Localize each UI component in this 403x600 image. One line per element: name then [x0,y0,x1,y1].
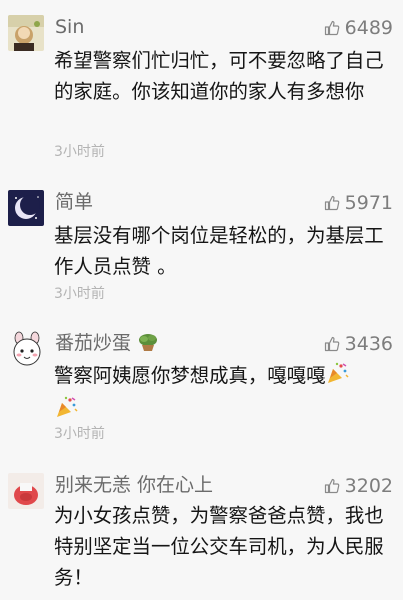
avatar[interactable] [8,15,44,51]
party-popper-icon [325,361,349,394]
comment-text: 为小女孩点赞，为警察爸爸点赞，我也特别坚定当一位公交车司机，为人民服务！ [54,504,384,589]
comment-item: Sin 6489 希望警察们忙归忙，可不要忽略了自己的家庭。你该知道你的家人有多… [0,13,403,163]
comment-author[interactable]: 番茄炒蛋 [55,331,159,358]
comment-author[interactable]: 别来无恙 你在心上 [55,473,213,497]
comment-text: 基层没有哪个岗位是轻松的，为基层工作人员点赞 。 [54,224,384,278]
thumbs-up-icon [324,195,339,211]
comment-item: 番茄炒蛋 3436 警察阿姨愿你梦想成真，嘎嘎嘎 3小时前 [0,328,403,448]
like-button[interactable]: 5971 [324,191,393,215]
thumbs-up-icon [324,20,339,36]
comment-author-name: 番茄炒蛋 [55,332,132,354]
like-button[interactable]: 3436 [324,332,393,356]
like-count: 3202 [344,475,393,497]
like-button[interactable]: 6489 [324,16,393,40]
plant-emoji-icon [137,332,159,358]
comment-author[interactable]: Sin [55,15,84,39]
like-button[interactable]: 3202 [324,474,393,498]
like-count: 3436 [344,333,393,355]
like-count: 6489 [344,17,393,39]
comment-text: 希望警察们忙归忙，可不要忽略了自己的家庭。你该知道你的家人有多想你 [54,49,384,103]
comment-item: 别来无恙 你在心上 3202 为小女孩点赞，为警察爸爸点赞，我也特别坚定当一位公… [0,470,403,600]
avatar[interactable] [8,190,44,226]
thumbs-up-icon [324,478,339,494]
party-popper-icon [54,395,78,428]
comment-text: 警察阿姨愿你梦想成真，嘎嘎嘎 [54,360,396,428]
avatar[interactable] [8,330,46,368]
comment-text-content: 警察阿姨愿你梦想成真，嘎嘎嘎 [54,364,326,387]
comment-time: 3小时前 [54,426,105,442]
comment-time: 3小时前 [54,144,105,160]
comment-time: 3小时前 [54,286,105,302]
comment-item: 简单 5971 基层没有哪个岗位是轻松的，为基层工作人员点赞 。 3小时前 [0,187,403,307]
thumbs-up-icon [324,336,339,352]
avatar[interactable] [8,473,44,509]
comment-author[interactable]: 简单 [55,190,93,214]
like-count: 5971 [344,192,393,214]
